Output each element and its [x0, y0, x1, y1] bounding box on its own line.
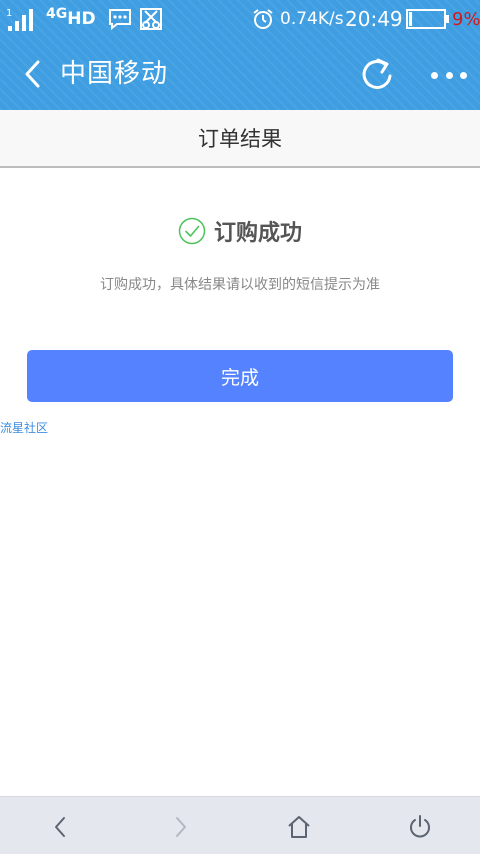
scissor-icon: [139, 6, 163, 32]
refresh-button[interactable]: [358, 54, 396, 94]
hd-label: HD: [67, 8, 96, 29]
network-speed: 0.74K/s: [280, 9, 344, 29]
nav-forward-button[interactable]: [167, 814, 193, 840]
nav-forward-icon: [176, 817, 186, 837]
title-bar: 中国移动: [0, 40, 480, 110]
nav-home-icon: [288, 816, 310, 838]
nav-back-icon: [55, 817, 65, 837]
network-indicator: 4G HD: [46, 6, 96, 32]
result-description: 订购成功，具体结果请以收到的短信提示为准: [100, 277, 380, 293]
more-icon-dot: [431, 71, 438, 79]
status-bar: 1 4G HD 0.74K/s 20:49 9%: [0, 0, 480, 38]
signal-indicator: 1: [6, 6, 42, 32]
nav-back-button[interactable]: [48, 814, 74, 840]
nav-power-icon: [410, 815, 430, 838]
community-link[interactable]: 流星社区: [0, 419, 48, 436]
result-status: 订购成功: [0, 214, 480, 248]
more-icon-dot: [445, 71, 453, 79]
result-title: 订购成功: [213, 221, 302, 246]
more-button[interactable]: [431, 68, 467, 82]
back-button[interactable]: [20, 58, 46, 90]
battery-level: [409, 12, 413, 26]
success-check-icon: [178, 217, 206, 245]
message-icon: [108, 6, 132, 32]
network-type: 4G: [46, 6, 68, 22]
page-header: 订单结果: [0, 110, 480, 168]
page-title: 订单结果: [198, 127, 282, 151]
refresh-icon: [362, 58, 392, 89]
battery-icon: [406, 6, 450, 32]
done-button[interactable]: 完成: [27, 350, 453, 402]
nav-power-button[interactable]: [407, 814, 433, 840]
back-icon: [25, 60, 40, 88]
more-icon-dot: [460, 71, 467, 79]
nav-home-button[interactable]: [286, 814, 312, 840]
battery-percent: 9%: [452, 8, 480, 30]
sim-slot: 1: [6, 8, 12, 19]
app-title: 中国移动: [60, 59, 169, 89]
signal-icon: 1: [6, 8, 33, 31]
top-bar: 1 4G HD 0.74K/s 20:49 9% 中国移动: [0, 0, 480, 110]
clock: 20:49: [345, 7, 403, 31]
alarm-icon: [252, 6, 274, 32]
bottom-nav: [0, 796, 480, 854]
